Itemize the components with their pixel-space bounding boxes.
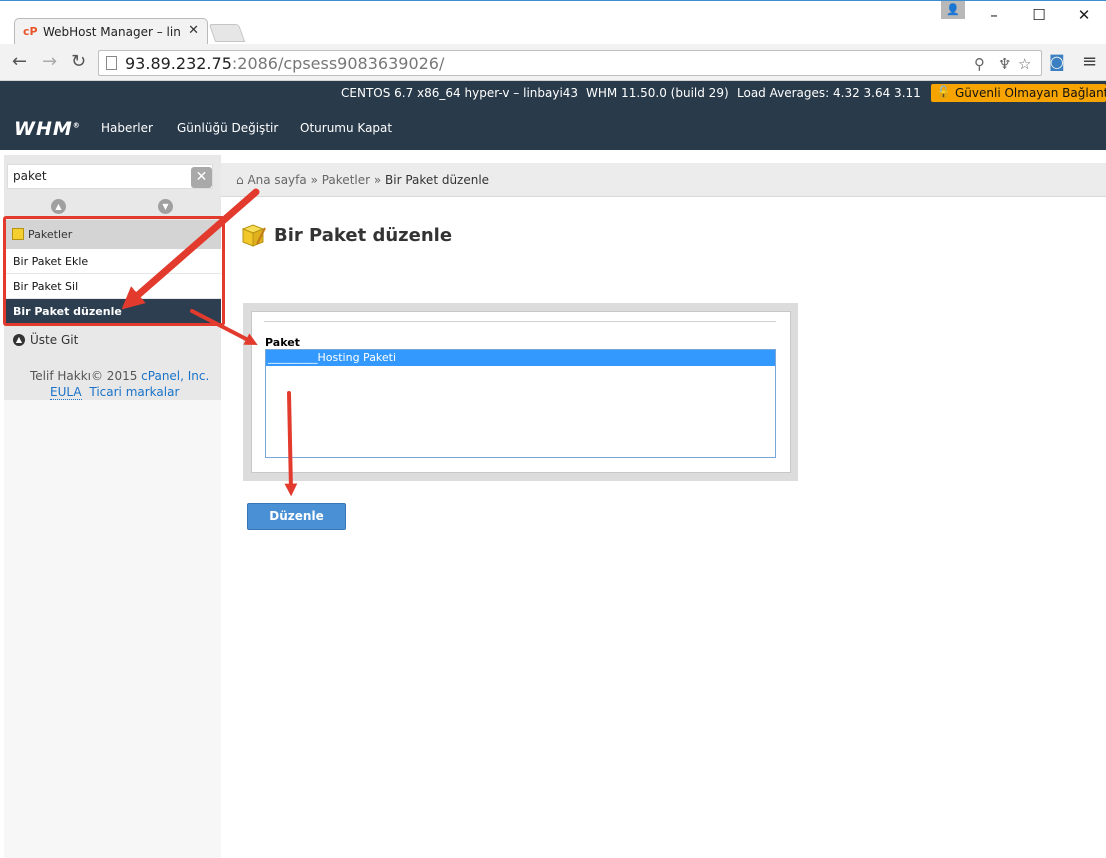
reload-icon[interactable]: ↻	[71, 51, 86, 72]
load-averages: Load Averages: 4.32 3.64 3.11	[737, 86, 921, 100]
cpanel-link[interactable]: cPanel, Inc.	[141, 369, 209, 383]
window-close-icon[interactable]: ✕	[1070, 4, 1098, 26]
maximize-icon[interactable]: ☐	[1025, 4, 1053, 26]
breadcrumb-home[interactable]: Ana sayfa	[247, 173, 306, 187]
up-arrow-icon: ▲	[13, 334, 25, 346]
url-text: 93.89.232.75:2086/cpsess9083639026/	[125, 54, 445, 73]
new-tab-button[interactable]	[208, 24, 246, 42]
menu-icon[interactable]: ≡	[1082, 51, 1097, 72]
back-arrow-icon[interactable]: ←	[12, 51, 27, 72]
tab-title: WebHost Manager – linba	[43, 25, 181, 39]
breadcrumb-separator: »	[310, 173, 318, 187]
eula-link[interactable]: EULA	[50, 385, 82, 400]
copyright-line: Telif Hakkı© 2015 cPanel, Inc.	[30, 369, 209, 383]
breadcrumb-packages[interactable]: Paketler	[322, 173, 370, 187]
package-option-label: _________Hosting Paketi	[268, 351, 397, 364]
breadcrumb-separator: »	[373, 173, 382, 187]
user-profile-icon[interactable]: 👤	[941, 1, 965, 19]
package-field-label: Paket	[265, 336, 300, 349]
address-bar[interactable]: 93.89.232.75:2086/cpsess9083639026/ ⚲ ♆ …	[98, 50, 1042, 76]
collapse-up-icon[interactable]: ▲	[51, 199, 66, 214]
scroll-to-top-label: Üste Git	[30, 333, 79, 347]
expand-down-icon[interactable]: ▼	[158, 199, 173, 214]
home-icon: ⌂	[236, 173, 244, 187]
minimize-icon[interactable]: –	[980, 4, 1008, 26]
browser-tab[interactable]: cP WebHost Manager – linba ✕	[14, 18, 208, 45]
unlock-icon: 🔓	[936, 85, 951, 99]
whm-logo[interactable]: WHM®	[14, 118, 81, 140]
trademarks-link[interactable]: Ticari markalar	[89, 385, 179, 399]
cpanel-favicon-icon: cP	[23, 25, 38, 38]
os-info: CENTOS 6.7 x86_64 hyper-v – linbayi43	[341, 86, 579, 100]
footer-links: EULA Ticari markalar	[50, 385, 179, 400]
camera-extension-icon[interactable]: ◙	[1049, 52, 1065, 71]
package-edit-icon	[241, 224, 266, 247]
zoom-icon[interactable]: ⚲	[974, 55, 985, 73]
nav-change-log[interactable]: Günlüğü Değiştir	[177, 121, 278, 135]
forward-arrow-icon[interactable]: →	[42, 51, 57, 72]
search-input[interactable]: paket	[7, 164, 213, 189]
nav-news[interactable]: Haberler	[101, 121, 153, 135]
clear-search-icon[interactable]: ✕	[191, 167, 212, 188]
sidebar-footer-area	[4, 400, 221, 858]
key-icon[interactable]: ♆	[998, 55, 1011, 73]
page-title: Bir Paket düzenle	[274, 225, 453, 246]
page-icon	[106, 56, 117, 70]
breadcrumb: ⌂ Ana sayfa » Paketler » Bir Paket düzen…	[236, 173, 489, 187]
package-option-selected[interactable]: _________Hosting Paketi	[266, 350, 775, 366]
whm-version: WHM 11.50.0 (build 29)	[586, 86, 729, 100]
divider	[264, 321, 776, 322]
tab-close-icon[interactable]: ✕	[188, 23, 199, 38]
edit-button[interactable]: Düzenle	[247, 503, 346, 530]
copyright-text: Telif Hakkı© 2015	[30, 369, 138, 383]
bookmark-star-icon[interactable]: ☆	[1018, 55, 1031, 73]
insecure-connection-badge[interactable]: 🔓 Güvenli Olmayan Bağlantı	[931, 84, 1106, 102]
breadcrumb-current: Bir Paket düzenle	[385, 173, 490, 187]
search-value: paket	[13, 169, 47, 183]
nav-logout[interactable]: Oturumu Kapat	[300, 121, 392, 135]
insecure-label: Güvenli Olmayan Bağlantı	[955, 86, 1106, 100]
annotation-highlight-box	[3, 216, 225, 326]
